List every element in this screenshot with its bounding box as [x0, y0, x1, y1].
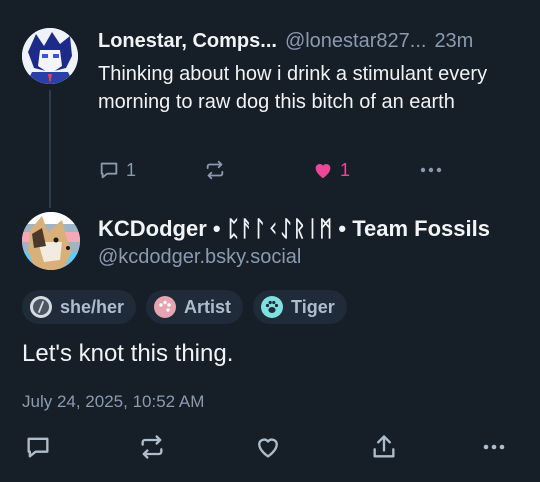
- label-pronouns[interactable]: she/her: [22, 290, 137, 324]
- heart-filled-icon: [312, 159, 334, 181]
- share-icon: [370, 433, 398, 466]
- paw-icon: [261, 296, 284, 318]
- heart-icon: [254, 433, 282, 466]
- parent-reply-button[interactable]: 1: [98, 156, 136, 184]
- repost-icon: [204, 159, 226, 181]
- parent-handle[interactable]: @lonestar827...: [285, 30, 427, 53]
- more-options-icon: [418, 159, 444, 181]
- main-post-timestamp: July 24, 2025, 10:52 AM: [22, 392, 205, 411]
- reply-icon: [98, 159, 120, 181]
- main-action-bar: [22, 434, 505, 464]
- like-button[interactable]: [254, 434, 282, 464]
- parent-action-bar: 1 1: [98, 156, 450, 184]
- reply-button[interactable]: [24, 434, 52, 464]
- parent-display-name[interactable]: Lonestar, Comps...: [98, 30, 277, 53]
- main-avatar[interactable]: [22, 212, 80, 270]
- parent-more-button[interactable]: [418, 156, 444, 184]
- thread-connector-line: [49, 90, 51, 208]
- more-options-button[interactable]: [480, 434, 508, 464]
- main-post-text: Let's knot this thing.: [22, 340, 234, 367]
- label-artist[interactable]: Artist: [146, 290, 244, 324]
- label-tiger[interactable]: Tiger: [253, 290, 347, 324]
- profile-labels: she/her Artist Tiger: [22, 290, 347, 324]
- parent-like-button[interactable]: 1: [312, 156, 350, 184]
- parent-header: Lonestar, Comps... @lonestar827... 23m: [98, 30, 473, 53]
- label-text: Artist: [184, 296, 232, 317]
- main-display-name[interactable]: KCDodger • ᛈᚨᛚᚲᛇᚱᛁᛗ • Team Fossils: [98, 216, 490, 242]
- label-text: Tiger: [291, 296, 335, 317]
- parent-timestamp[interactable]: 23m: [434, 30, 473, 53]
- parent-avatar[interactable]: [22, 28, 78, 84]
- parent-reply-count: 1: [126, 159, 137, 180]
- slash-circle-icon: [30, 296, 52, 318]
- share-button[interactable]: [370, 434, 398, 464]
- parent-post[interactable]: Lonestar, Comps... @lonestar827... 23m T…: [0, 0, 540, 208]
- parent-like-count: 1: [340, 159, 351, 180]
- main-handle[interactable]: @kcdodger.bsky.social: [98, 246, 301, 269]
- parent-post-text: Thinking about how i drink a stimulant e…: [98, 63, 488, 113]
- repost-icon: [138, 433, 166, 466]
- repost-button[interactable]: [138, 434, 166, 464]
- label-text: she/her: [60, 296, 125, 317]
- parent-repost-button[interactable]: [204, 156, 226, 184]
- palette-icon: [154, 296, 177, 318]
- reply-icon: [24, 433, 52, 466]
- more-options-icon: [480, 436, 508, 463]
